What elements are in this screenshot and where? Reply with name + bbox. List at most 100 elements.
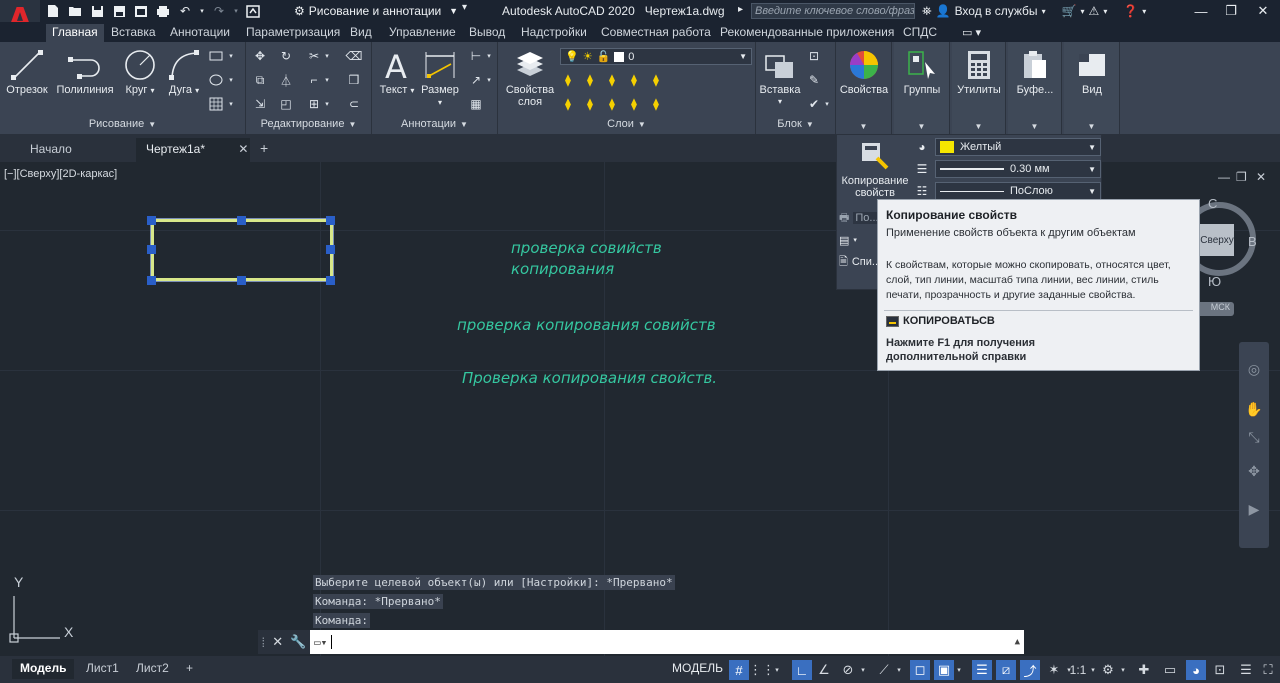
fullscreen-icon[interactable]: ⛶ bbox=[1258, 660, 1278, 680]
stretch-icon[interactable]: ⇲ bbox=[252, 96, 268, 112]
tab-annotate[interactable]: Аннотации bbox=[164, 24, 236, 42]
edit-block-icon[interactable]: ✎ bbox=[806, 72, 822, 88]
layer-tool-1-icon[interactable]: ⧫ bbox=[560, 72, 576, 88]
transparency-row[interactable]: ▤ ▾ bbox=[839, 231, 879, 249]
drawing-text[interactable]: проверка совийств bbox=[511, 239, 662, 257]
ortho-icon[interactable]: ∟ bbox=[792, 660, 812, 680]
tab-layout2[interactable]: Лист2 bbox=[128, 659, 177, 679]
viewport-controls[interactable]: [−][Сверху][2D-каркас] bbox=[4, 168, 117, 180]
layer-dropdown[interactable]: 💡 ☀ 🔓 0 ▼ bbox=[560, 48, 752, 65]
polar-icon[interactable]: ∠ bbox=[814, 660, 834, 680]
fillet-icon[interactable]: ⌐ bbox=[306, 72, 322, 88]
print-icon[interactable] bbox=[154, 2, 172, 20]
offset-icon[interactable]: ⊂ bbox=[346, 96, 362, 112]
array-icon[interactable]: ⊞ bbox=[306, 96, 322, 112]
chevron-down-icon[interactable]: ▾ bbox=[1088, 660, 1098, 680]
scale-icon[interactable]: ◰ bbox=[278, 96, 294, 112]
layer-tool-7-icon[interactable]: ⧫ bbox=[582, 96, 598, 112]
viewport-restore-icon[interactable]: ❐ bbox=[1236, 170, 1247, 184]
create-block-icon[interactable]: ⊡ bbox=[806, 48, 822, 64]
chevron-down-icon[interactable]: ▾ bbox=[484, 72, 494, 88]
gradient-icon[interactable] bbox=[208, 96, 224, 112]
grip[interactable] bbox=[326, 276, 335, 285]
lineweight-dropdown[interactable]: 0.30 мм ▼ bbox=[935, 160, 1101, 178]
utilities-button[interactable]: Утилиты bbox=[954, 46, 1004, 106]
customize-icon[interactable]: ☰ bbox=[1236, 660, 1256, 680]
copy-icon[interactable]: ⧉ bbox=[252, 72, 268, 88]
grip[interactable] bbox=[147, 216, 156, 225]
panel-properties[interactable]: Свойства ▼ bbox=[836, 42, 892, 134]
undo-dropdown-icon[interactable]: ▾ bbox=[198, 2, 206, 20]
tab-home[interactable]: Главная bbox=[46, 24, 104, 42]
close-icon[interactable]: ✕ bbox=[238, 142, 248, 156]
trim-icon[interactable]: ✂ bbox=[306, 48, 322, 64]
hatch-icon[interactable] bbox=[208, 72, 224, 88]
grip[interactable] bbox=[237, 216, 246, 225]
redo-icon[interactable]: ↷ bbox=[210, 2, 228, 20]
tab-start[interactable]: Начало bbox=[20, 138, 82, 162]
grip[interactable] bbox=[147, 276, 156, 285]
orbit-icon[interactable]: ✥ bbox=[1243, 460, 1265, 482]
color-dropdown[interactable]: Желтый ▼ bbox=[935, 138, 1101, 156]
share-icon[interactable] bbox=[244, 2, 262, 20]
groups-button[interactable]: Группы bbox=[896, 46, 948, 106]
undo-icon[interactable]: ↶ bbox=[176, 2, 194, 20]
panel-view[interactable]: Вид ▼ bbox=[1064, 42, 1120, 134]
chevron-down-icon[interactable]: ▾ bbox=[954, 660, 964, 680]
annotation-visibility-icon[interactable]: ✶ bbox=[1044, 660, 1064, 680]
plus-icon[interactable]: ✚ bbox=[1134, 660, 1154, 680]
viewcube-north[interactable]: С bbox=[1208, 196, 1217, 211]
close-icon[interactable]: ✕ bbox=[1252, 2, 1274, 20]
viewcube-face-top[interactable]: Сверху bbox=[1200, 224, 1234, 256]
chevron-down-icon[interactable]: ▾ bbox=[322, 48, 332, 64]
dimension-button[interactable]: Размер ▾ bbox=[418, 46, 462, 107]
table-icon[interactable]: ▦ bbox=[468, 96, 484, 112]
insert-block-button[interactable]: Вставка ▾ bbox=[758, 46, 802, 106]
close-icon[interactable]: ✕ bbox=[272, 634, 283, 650]
clipboard-button[interactable]: Буфе... bbox=[1010, 46, 1060, 106]
rectangle-icon[interactable] bbox=[208, 48, 224, 64]
chevron-down-icon[interactable]: ▾ bbox=[226, 48, 236, 64]
grip[interactable] bbox=[147, 245, 156, 254]
arc-button[interactable]: Дуга ▾ bbox=[164, 46, 204, 106]
layer-tool-6-icon[interactable]: ⧫ bbox=[560, 96, 576, 112]
tab-parametric[interactable]: Параметризация bbox=[240, 24, 346, 42]
annotation-scale[interactable]: 1:1 bbox=[1066, 660, 1090, 680]
chevron-down-icon[interactable]: ▾ bbox=[858, 660, 868, 680]
layer-tool-8-icon[interactable]: ⧫ bbox=[604, 96, 620, 112]
tab-addins[interactable]: Надстройки bbox=[515, 24, 593, 42]
lineweight-icon[interactable]: ☰ bbox=[972, 660, 992, 680]
triangle-icon[interactable]: ⚠ bbox=[1089, 4, 1100, 18]
chevron-down-icon[interactable]: ▾ bbox=[822, 96, 832, 112]
plotstyle-row[interactable]: 🖶 По... bbox=[839, 209, 881, 227]
layer-tool-5-icon[interactable]: ⧫ bbox=[648, 72, 664, 88]
circle-button[interactable]: Круг ▾ bbox=[120, 46, 160, 106]
layer-tool-3-icon[interactable]: ⧫ bbox=[604, 72, 620, 88]
layer-tool-2-icon[interactable]: ⧫ bbox=[582, 72, 598, 88]
tab-output[interactable]: Вывод bbox=[463, 24, 511, 42]
viewcube-south[interactable]: Ю bbox=[1208, 274, 1221, 289]
drawing-text[interactable]: проверка копирования совийств bbox=[457, 316, 716, 334]
linear-dim-icon[interactable]: ⊢ bbox=[468, 48, 484, 64]
drawing-text[interactable]: Проверка копирования свойств. bbox=[462, 369, 717, 387]
explode-icon[interactable]: ❒ bbox=[346, 72, 362, 88]
minimize-icon[interactable]: — bbox=[1190, 2, 1212, 20]
search-input[interactable]: Введите ключевое слово/фразу bbox=[751, 3, 915, 19]
zoom-icon[interactable]: ⤡ bbox=[1243, 426, 1265, 448]
tab-layout1[interactable]: Лист1 bbox=[78, 659, 127, 679]
isolate-icon[interactable]: ▭ bbox=[1160, 660, 1180, 680]
drawing-text[interactable]: копирования bbox=[511, 260, 614, 278]
layer-properties-button[interactable]: Свойства слоя bbox=[502, 46, 558, 108]
new-icon[interactable] bbox=[44, 2, 62, 20]
ribbon-display-toggle-icon[interactable]: ▭ ▾ bbox=[962, 26, 981, 39]
chevron-down-icon[interactable]: ▾ bbox=[226, 96, 236, 112]
help-icon[interactable]: ❓ bbox=[1123, 4, 1138, 18]
steering-wheel-icon[interactable]: ◎ bbox=[1243, 358, 1265, 380]
redo-dropdown-icon[interactable]: ▾ bbox=[232, 2, 240, 20]
hardware-accel-icon[interactable]: ◕ bbox=[1186, 660, 1206, 680]
chevron-down-icon[interactable]: ▾ bbox=[226, 72, 236, 88]
osnap-icon[interactable]: ◻ bbox=[910, 660, 930, 680]
open-icon[interactable] bbox=[66, 2, 84, 20]
rotate-icon[interactable]: ↻ bbox=[278, 48, 294, 64]
chevron-down-icon[interactable]: ▾ bbox=[322, 96, 332, 112]
